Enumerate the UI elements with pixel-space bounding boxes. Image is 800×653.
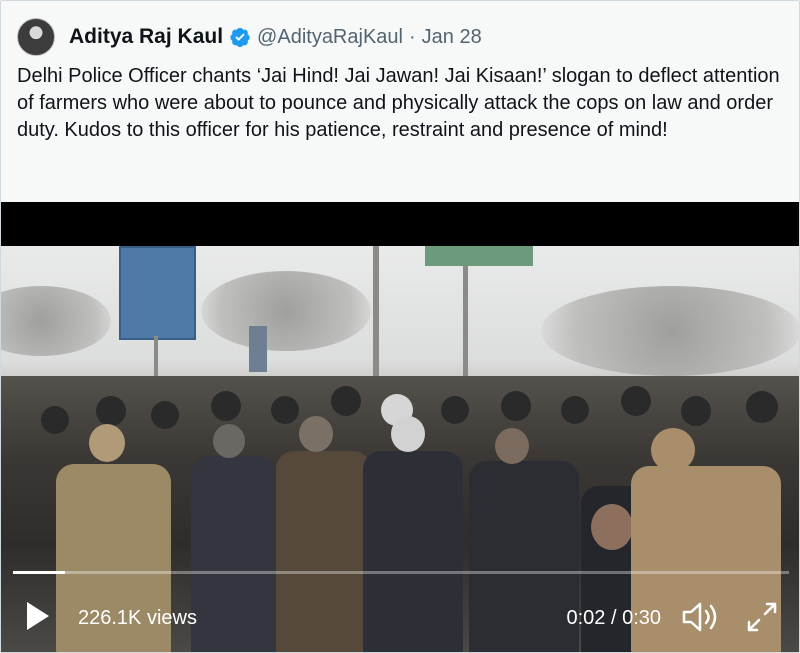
person-head [651,428,695,472]
tweet-card: Aditya Raj Kaul @AdityaRajKaul · Jan 28 … [0,0,800,653]
person-head [299,416,333,452]
background-tree [201,271,371,351]
view-count: 226.1K views [78,607,197,629]
person-head [89,424,125,462]
fullscreen-icon[interactable] [745,600,779,634]
volume-icon[interactable] [681,600,721,634]
verified-badge-icon [230,27,250,48]
avatar[interactable] [17,18,55,56]
tweet-date[interactable]: Jan 28 [422,26,482,49]
author-name[interactable]: Aditya Raj Kaul [69,25,223,49]
background-tree [1,286,111,356]
progress-bar[interactable] [13,571,789,574]
road-sign [249,326,267,372]
background-tree [541,286,799,376]
progress-fill [13,571,65,574]
video-controls: 226.1K views 0:02 / 0:30 [1,587,799,647]
person-head [151,401,179,429]
person-head [213,424,245,458]
road-sign [119,246,196,340]
person-head [211,391,241,421]
person-head [746,391,778,423]
person-head [391,416,425,452]
tweet-text: Delhi Police Officer chants ‘Jai Hind! J… [17,65,780,141]
person-head [591,504,633,550]
person-head [441,396,469,424]
separator-dot: · [408,25,416,48]
person-head [621,386,651,416]
road-sign [425,246,533,266]
person-head [561,396,589,424]
person-head [495,428,529,464]
playback-time: 0:02 / 0:30 [566,607,661,629]
author-handle[interactable]: @AdityaRajKaul [257,26,403,49]
play-icon[interactable] [25,601,51,631]
person-head [96,396,126,426]
person-head [331,386,361,416]
person-head [271,396,299,424]
sign-pole [154,336,158,376]
tweet-header: Aditya Raj Kaul @AdityaRajKaul · Jan 28 [17,18,482,56]
person-head [501,391,531,421]
video-player[interactable]: 226.1K views 0:02 / 0:30 [1,202,799,652]
lamp-pole [373,246,379,376]
person-head [681,396,711,426]
person-head [41,406,69,434]
sign-pole [463,266,468,376]
